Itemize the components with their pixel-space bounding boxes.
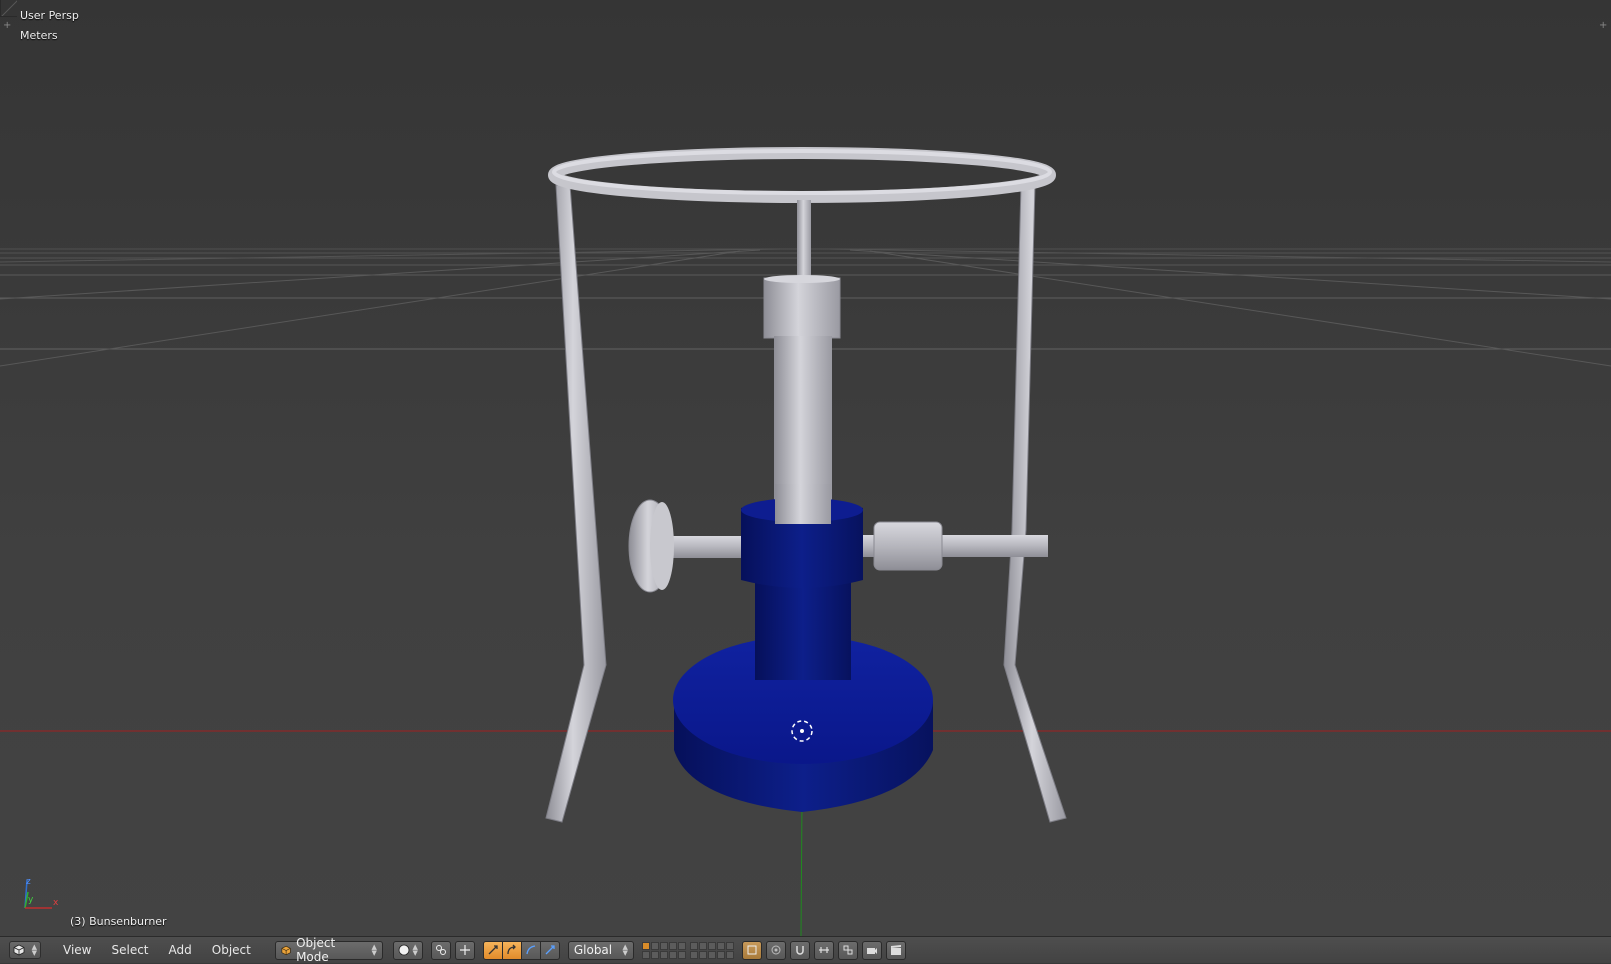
viewport-header: ▲ ▼ View Select Add Object Object Mode ▲ ▼… <box>0 936 1611 964</box>
snap-target-icon <box>843 945 853 955</box>
layer-19[interactable] <box>716 950 725 959</box>
layer-9[interactable] <box>716 941 725 950</box>
y-axis-line <box>800 799 803 936</box>
axis-z-label: z <box>26 877 31 887</box>
opengl-render-button[interactable] <box>861 940 882 960</box>
area-split-corner-right[interactable]: + <box>1599 21 1607 31</box>
scale-icon <box>526 945 535 955</box>
orientation-label: Global <box>573 943 613 957</box>
active-object-label: (3) Bunsenburner <box>70 915 167 928</box>
layer-10[interactable] <box>725 941 734 950</box>
menu-add[interactable]: Add <box>159 943 202 957</box>
menu-view[interactable]: View <box>53 943 101 957</box>
scene-layers-group-2[interactable] <box>689 941 734 959</box>
layer-20[interactable] <box>725 950 734 959</box>
layer-17[interactable] <box>698 950 707 959</box>
layer-5[interactable] <box>677 941 686 950</box>
manipulator-toggle[interactable] <box>454 940 475 960</box>
manipulator-icon <box>459 945 470 955</box>
units-label: Meters <box>20 29 58 42</box>
layer-12[interactable] <box>650 950 659 959</box>
updown-arrows-icon: ▲ ▼ <box>371 943 377 957</box>
layer-4[interactable] <box>668 941 677 950</box>
interaction-mode-select[interactable]: Object Mode ▲ ▼ <box>274 936 383 964</box>
snap-target-button[interactable] <box>837 940 858 960</box>
object-mode-icon <box>281 945 291 955</box>
pivot-point-icon <box>435 945 446 955</box>
updown-arrows-icon: ▲ ▼ <box>412 943 418 957</box>
layer-13[interactable] <box>659 950 668 959</box>
burner-tube <box>763 200 841 522</box>
layer-7[interactable] <box>698 941 707 950</box>
view-name-label: User Persp <box>20 9 79 22</box>
scene-canvas[interactable]: z y x <box>0 0 1611 936</box>
solid-sphere-icon <box>398 944 410 956</box>
snap-element-icon <box>818 947 829 953</box>
scale-button[interactable] <box>520 940 541 960</box>
translate-button[interactable] <box>482 940 503 960</box>
layer-8[interactable] <box>707 941 716 950</box>
opengl-animation-button[interactable] <box>885 940 906 960</box>
layer-15[interactable] <box>677 950 686 959</box>
layer-3[interactable] <box>659 941 668 950</box>
proportional-edit-button[interactable] <box>765 940 786 960</box>
axis-y-label: y <box>28 895 34 905</box>
pivot-point-button[interactable] <box>430 940 451 960</box>
layer-2[interactable] <box>650 941 659 950</box>
clapper-icon <box>890 945 901 955</box>
camera-icon <box>866 948 877 954</box>
rotate-button[interactable] <box>501 940 522 960</box>
layer-18[interactable] <box>707 950 716 959</box>
3d-viewport[interactable]: z y x User Persp Meters (3) Bunsenburner… <box>0 0 1611 936</box>
magnet-icon <box>796 946 804 955</box>
translate-icon <box>488 945 498 955</box>
rotate-icon <box>507 944 516 955</box>
menu-object[interactable]: Object <box>202 943 261 957</box>
proportional-edit-icon <box>771 945 781 955</box>
snap-toggle[interactable] <box>789 940 810 960</box>
layer-16[interactable] <box>689 950 698 959</box>
mode-label: Object Mode <box>296 936 336 964</box>
layer-6[interactable] <box>689 941 698 950</box>
render-layer-icon <box>747 945 757 955</box>
menu-select[interactable]: Select <box>101 943 158 957</box>
snap-element-select[interactable] <box>813 940 834 960</box>
updown-arrows-icon: ▲ ▼ <box>622 943 628 957</box>
transform-orientation-select[interactable]: Global ▲ ▼ <box>567 940 634 960</box>
layer-11[interactable] <box>641 950 650 959</box>
layer-14[interactable] <box>668 950 677 959</box>
lock-camera-layers-button[interactable] <box>741 940 762 960</box>
scene-layers-group-1[interactable] <box>641 941 686 959</box>
scale-axis-button[interactable] <box>539 940 560 960</box>
axis-x-label: x <box>53 898 59 908</box>
viewport-shading-select[interactable]: ▲ ▼ <box>392 940 423 960</box>
layer-1[interactable] <box>641 941 650 950</box>
scale-axis-icon <box>545 945 555 955</box>
area-split-corner-left[interactable]: + <box>3 21 11 31</box>
updown-arrows-icon: ▲ ▼ <box>31 943 37 957</box>
editor-type-button[interactable]: ▲ ▼ <box>9 941 41 959</box>
cube-icon <box>13 944 25 956</box>
